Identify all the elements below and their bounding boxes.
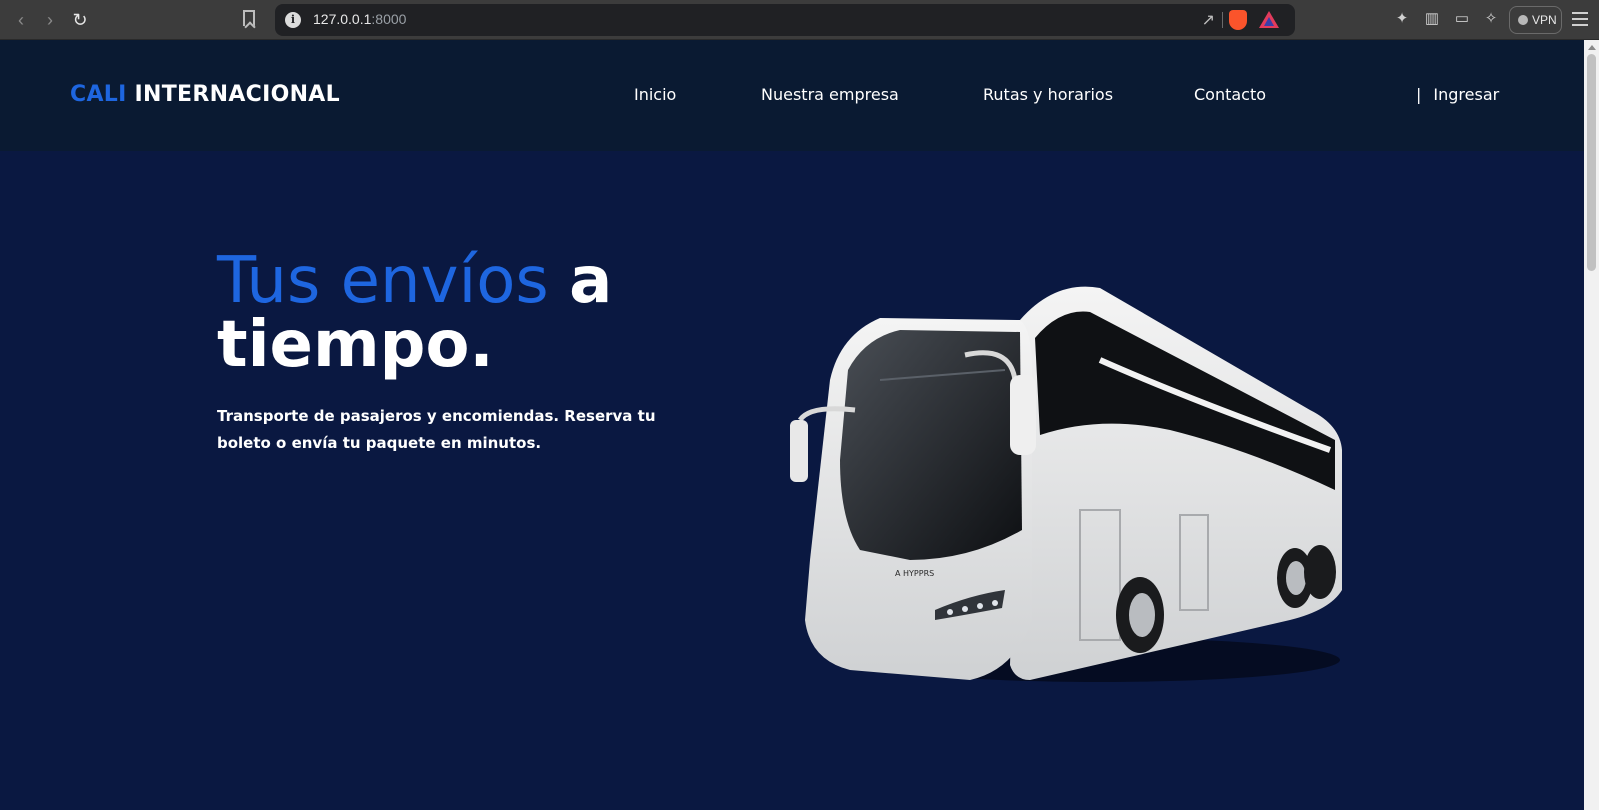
back-icon[interactable]: ‹ [10,9,32,31]
url-port: :8000 [371,11,407,27]
page-scrollbar[interactable] [1584,40,1599,810]
hero-title-white-2: tiempo. [217,308,494,382]
nav-item-inicio[interactable]: Inicio [634,85,676,104]
hero-title-white-1: a [569,244,613,318]
vpn-label: VPN [1532,13,1557,27]
extensions-icon[interactable]: ✦ [1393,10,1411,28]
site-logo[interactable]: CALI INTERNACIONAL [70,82,340,107]
leo-ai-icon[interactable]: ✧ [1482,10,1500,28]
site-header: CALI INTERNACIONAL Inicio Nuestra empres… [0,40,1584,151]
page: CALI INTERNACIONAL Inicio Nuestra empres… [0,40,1584,810]
hero-title: Tus envíos a tiempo. [217,249,612,377]
vpn-button[interactable]: VPN [1509,6,1562,34]
wallet-icon[interactable]: ▭ [1453,10,1471,28]
divider [1222,12,1223,28]
share-icon[interactable]: ↗ [1202,10,1215,30]
vpn-status-icon [1518,15,1528,25]
login-label: Ingresar [1433,85,1500,104]
site-info-icon[interactable]: i [285,12,301,28]
bookmark-icon[interactable] [243,10,255,26]
scrollbar-thumb[interactable] [1587,54,1596,271]
scroll-up-icon[interactable] [1588,45,1596,50]
menu-icon[interactable] [1572,12,1588,26]
hero-title-blue: Tus envíos [217,244,549,318]
login-link[interactable]: | Ingresar [1416,85,1499,104]
nav-item-nuestra-empresa[interactable]: Nuestra empresa [761,85,899,104]
brave-rewards-icon[interactable] [1259,11,1279,28]
nav-item-rutas-y-horarios[interactable]: Rutas y horarios [983,85,1113,104]
sidebar-icon[interactable]: ▥ [1423,10,1441,28]
hero-subtitle: Transporte de pasajeros y encomiendas. R… [217,407,656,452]
logo-accent: CALI [70,82,127,107]
forward-icon[interactable]: › [39,9,61,31]
nav-item-contacto[interactable]: Contacto [1194,85,1266,104]
reload-icon[interactable]: ↻ [69,9,91,31]
browser-toolbar: ‹ › ↻ i 127.0.0.1:8000 ↗ ✦ ▥ ▭ ✧ VPN [0,0,1599,40]
brave-shields-icon[interactable] [1229,10,1247,30]
bus-image: A HYPPRS [790,286,1342,682]
bus-brand-text: A HYPPRS [895,569,934,578]
logo-rest: INTERNACIONAL [134,82,340,107]
address-bar[interactable]: i 127.0.0.1:8000 ↗ [275,4,1295,36]
url-text[interactable]: 127.0.0.1:8000 [313,11,406,27]
login-separator: | [1416,85,1422,104]
url-host: 127.0.0.1 [313,11,372,27]
